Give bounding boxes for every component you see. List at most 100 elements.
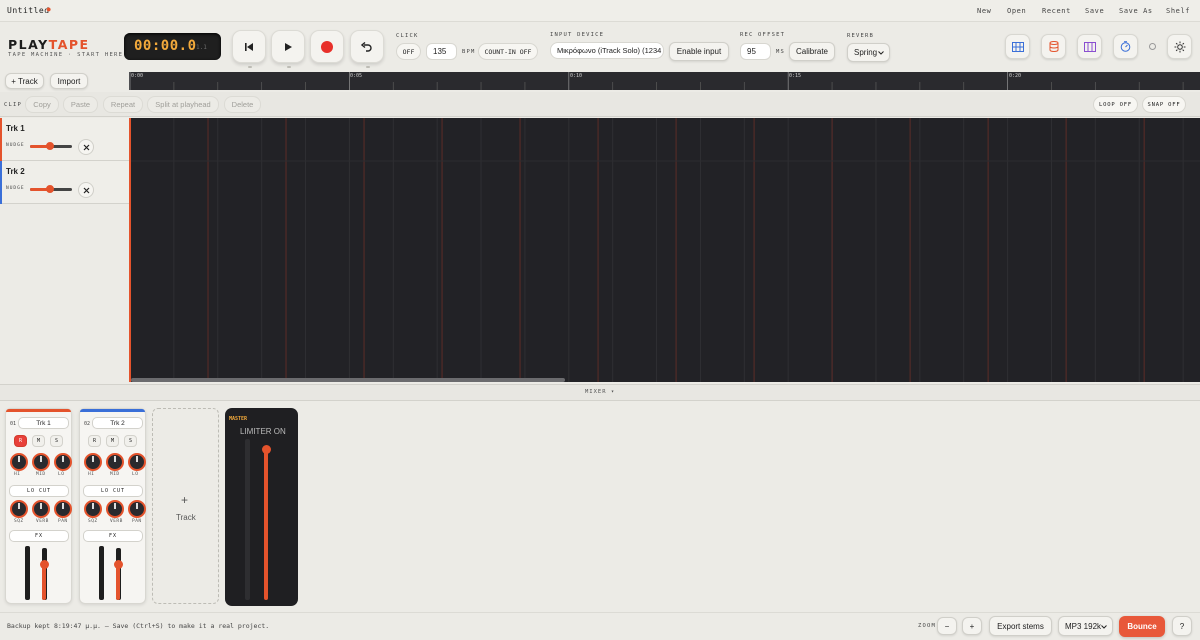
menu-save[interactable]: Save — [1085, 7, 1104, 15]
export-stems-button[interactable]: Export stems — [989, 616, 1052, 636]
channel-color-bar — [80, 409, 145, 412]
master-fader[interactable] — [264, 448, 268, 600]
zoom-out-button[interactable]: − — [937, 617, 957, 635]
nudge-label: NUDGE — [6, 186, 25, 191]
undo-button[interactable] — [350, 30, 384, 68]
mute-button[interactable]: M — [106, 435, 119, 447]
click-toggle[interactable]: OFF — [396, 43, 421, 60]
knob-label: MID — [110, 472, 120, 477]
timeline-ruler[interactable]: 0:00 0:05 0:10 0:15 0:20 — [129, 72, 1200, 90]
rec-offset-unit: MS — [776, 49, 786, 55]
input-device-select[interactable]: Μικρόφωνο (iTrack Solo) (1234 — [550, 42, 664, 59]
enable-input-button[interactable]: Enable input — [669, 42, 729, 61]
calibrate-button[interactable]: Calibrate — [789, 42, 835, 61]
channel-color-bar — [6, 409, 71, 412]
hi-knob[interactable] — [10, 453, 28, 471]
squeeze-knob[interactable] — [84, 500, 102, 518]
solo-button[interactable]: S — [124, 435, 137, 447]
loop-toggle[interactable]: LOOP OFF — [1093, 96, 1138, 113]
lo-cut-button[interactable]: LO CUT — [83, 485, 143, 497]
hi-knob[interactable] — [84, 453, 102, 471]
level-meter — [25, 546, 30, 600]
track-header-1[interactable]: Trk 1 NUDGE — [0, 118, 129, 161]
copy-button[interactable]: Copy — [25, 96, 59, 113]
knob-label: PAN — [58, 519, 68, 524]
columns-button[interactable] — [1077, 34, 1102, 59]
reverb-value: Spring — [854, 48, 878, 57]
grid-button[interactable] — [1005, 34, 1030, 59]
timer-blue-icon — [1120, 41, 1131, 52]
knob-label: HI — [88, 472, 95, 477]
paste-button[interactable]: Paste — [63, 96, 98, 113]
lo-cut-button[interactable]: LO CUT — [9, 485, 69, 497]
reverb-label: REVERB — [847, 33, 875, 39]
volume-fader-knob[interactable] — [114, 560, 123, 569]
channel-name[interactable]: Trk 1 — [18, 417, 69, 429]
lo-knob[interactable] — [54, 453, 72, 471]
squeeze-knob[interactable] — [10, 500, 28, 518]
theme-button[interactable] — [1167, 34, 1192, 59]
remove-track-button[interactable] — [78, 139, 94, 155]
verb-knob[interactable] — [106, 500, 124, 518]
menu-save-as[interactable]: Save As — [1119, 7, 1153, 15]
menu-new[interactable]: New — [977, 7, 991, 15]
count-in-toggle[interactable]: COUNT-IN OFF — [478, 43, 538, 60]
mid-knob[interactable] — [106, 453, 124, 471]
volume-fader[interactable] — [116, 565, 120, 600]
rec-offset-input[interactable]: 95 — [740, 43, 771, 60]
zoom-in-button[interactable]: + — [962, 617, 982, 635]
track-header-2[interactable]: Trk 2 NUDGE — [0, 161, 129, 204]
timer-button[interactable] — [1113, 34, 1138, 59]
lo-knob[interactable] — [128, 453, 146, 471]
bpm-unit: BPM — [462, 49, 476, 55]
nudge-label: NUDGE — [6, 143, 25, 148]
play-button[interactable] — [271, 30, 305, 68]
bounce-button[interactable]: Bounce — [1119, 616, 1165, 637]
record-button[interactable] — [310, 30, 344, 63]
solo-button[interactable]: S — [50, 435, 63, 447]
record-arm-button[interactable]: R — [88, 435, 101, 447]
delete-button[interactable]: Delete — [224, 96, 261, 113]
add-track-button[interactable]: + Track — [5, 73, 44, 89]
pan-knob[interactable] — [128, 500, 146, 518]
pan-knob[interactable] — [54, 500, 72, 518]
add-channel-button[interactable]: + Track — [152, 408, 219, 604]
mid-knob[interactable] — [32, 453, 50, 471]
snap-toggle[interactable]: SNAP OFF — [1142, 96, 1186, 113]
record-arm-button[interactable]: R — [14, 435, 27, 447]
mixer-toggle[interactable]: MIXER ▾ — [585, 389, 615, 395]
verb-knob[interactable] — [32, 500, 50, 518]
format-select[interactable]: MP3 192k — [1058, 616, 1113, 636]
help-button[interactable]: ? — [1172, 616, 1192, 636]
fx-button[interactable]: FX — [83, 530, 143, 542]
status-message: Backup kept 8:19:47 μ.μ. — Save (Ctrl+S)… — [7, 622, 270, 630]
volume-fader[interactable] — [42, 565, 46, 600]
knob-label: HI — [14, 472, 21, 477]
reverb-select[interactable]: Spring — [847, 43, 890, 62]
repeat-button[interactable]: Repeat — [103, 96, 143, 113]
playhead[interactable] — [129, 118, 131, 382]
menu-open[interactable]: Open — [1007, 7, 1026, 15]
timeline-canvas[interactable] — [129, 118, 1200, 382]
menu-shelf[interactable]: Shelf — [1166, 7, 1190, 15]
import-button[interactable]: Import — [50, 73, 88, 89]
master-fader-knob[interactable] — [262, 445, 271, 454]
horizontal-scrollbar[interactable] — [131, 378, 565, 382]
fx-button[interactable]: FX — [9, 530, 69, 542]
mute-button[interactable]: M — [32, 435, 45, 447]
knob-label: MID — [36, 472, 46, 477]
limiter-status[interactable]: LIMITER ON — [240, 427, 286, 436]
rewind-button[interactable] — [232, 30, 266, 68]
channel-strip: 01 Trk 1 R M S HI MID LO LO CUT SQZ VERB… — [5, 408, 72, 604]
nudge-slider[interactable] — [30, 185, 72, 193]
channel-name[interactable]: Trk 2 — [92, 417, 143, 429]
track-name[interactable]: Trk 2 — [6, 167, 25, 176]
menu-recent[interactable]: Recent — [1042, 7, 1071, 15]
volume-fader-knob[interactable] — [40, 560, 49, 569]
track-name[interactable]: Trk 1 — [6, 124, 25, 133]
nudge-slider[interactable] — [30, 142, 72, 150]
remove-track-button[interactable] — [78, 182, 94, 198]
storage-button[interactable] — [1041, 34, 1066, 59]
split-at-playhead-button[interactable]: Split at playhead — [147, 96, 219, 113]
bpm-input[interactable]: 135 — [426, 43, 457, 60]
